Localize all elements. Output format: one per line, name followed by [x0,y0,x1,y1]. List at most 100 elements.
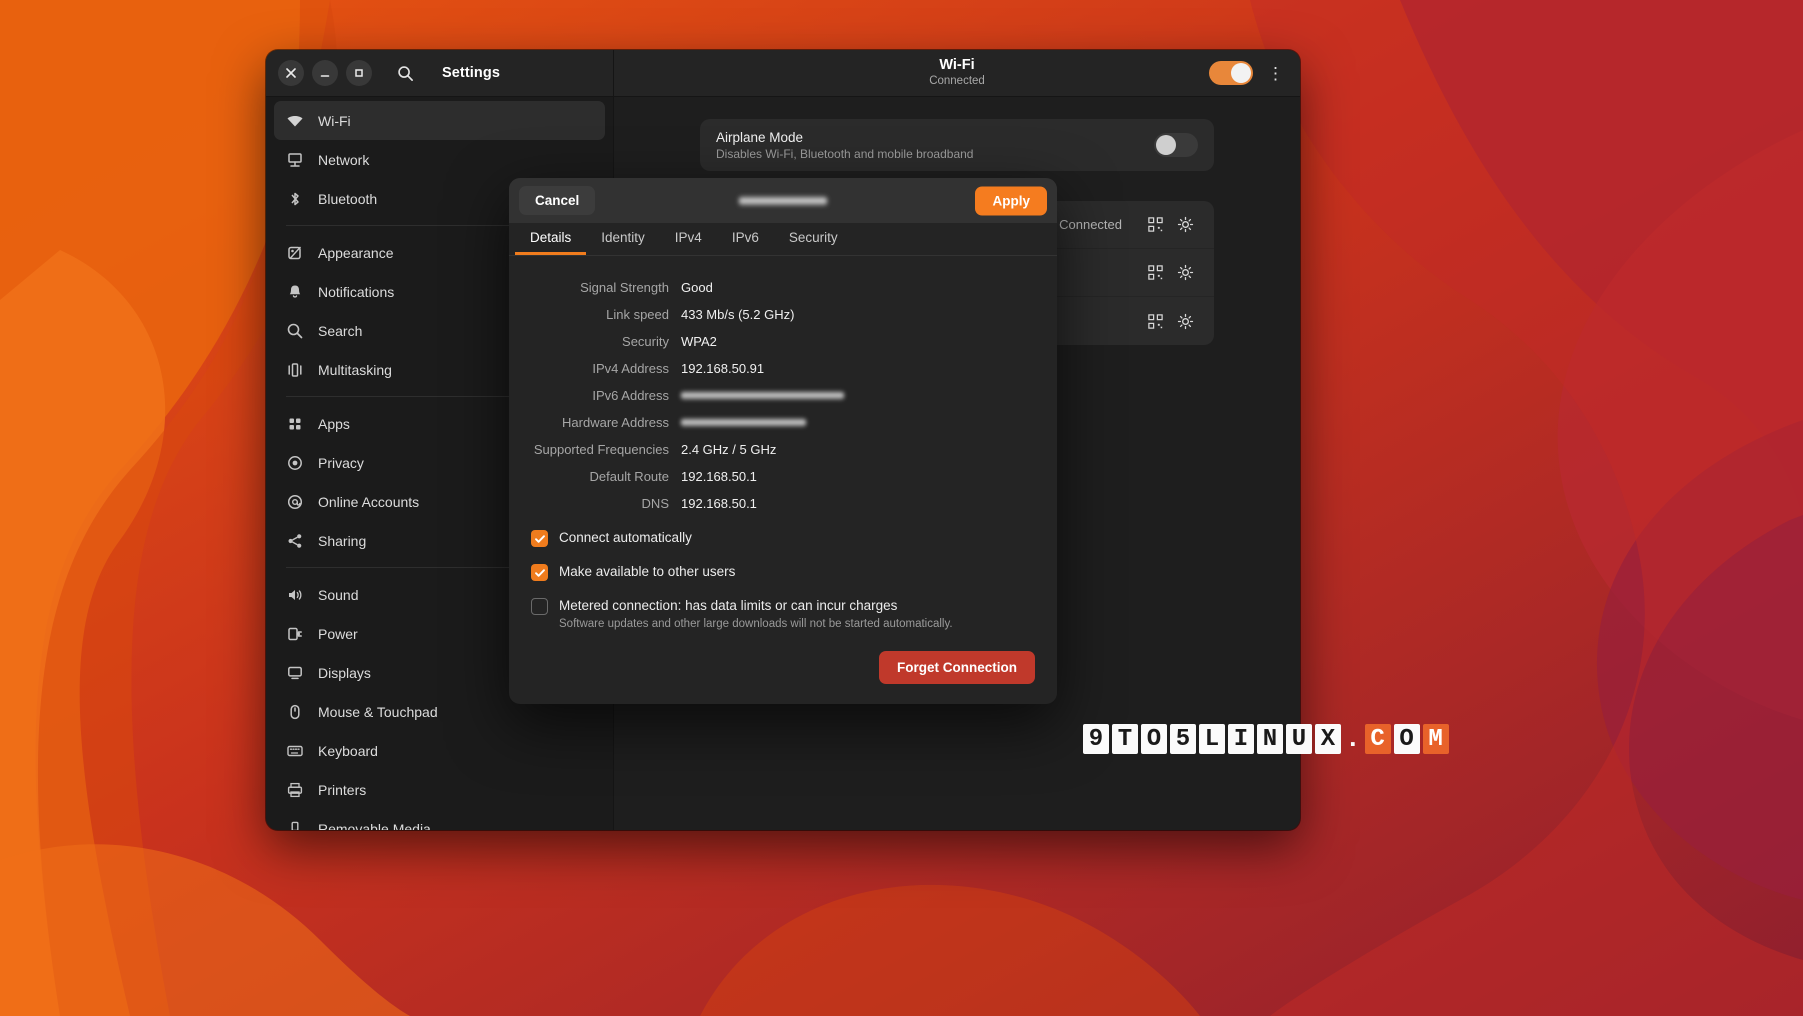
checkbox-label: Make available to other users [559,564,735,579]
dialog-header: Cancel Apply [509,178,1057,223]
privacy-icon [286,454,304,472]
sidebar-item-label: Search [318,323,362,339]
sidebar-item-label: Keyboard [318,743,378,759]
watermark-char: N [1257,724,1283,754]
sidebar-item-label: Network [318,152,369,168]
gear-icon[interactable] [1170,306,1200,336]
watermark-char: 5 [1170,724,1196,754]
sidebar-item-label: Wi-Fi [318,113,351,129]
display-icon [286,664,304,682]
sidebar-item-label: Printers [318,782,366,798]
airplane-mode-toggle[interactable] [1154,133,1198,157]
qr-code-icon[interactable] [1140,306,1170,336]
appearance-icon [286,244,304,262]
airplane-mode-card: Airplane Mode Disables Wi-Fi, Bluetooth … [700,119,1214,171]
detail-value: 2.4 GHz / 5 GHz [681,442,776,457]
sidebar-item-label: Multitasking [318,362,392,378]
checkbox-text: Make available to other users [559,563,735,581]
watermark-char: O [1394,724,1420,754]
airplane-mode-row: Airplane Mode Disables Wi-Fi, Bluetooth … [716,119,1198,171]
sidebar-item-label: Bluetooth [318,191,377,207]
detail-row-security: Security WPA2 [531,332,1035,351]
panel-header: Wi-Fi Connected [929,57,985,89]
tab-details[interactable]: Details [515,223,586,255]
checkbox-make-available-to-other-users[interactable] [531,564,548,581]
gear-icon[interactable] [1170,258,1200,288]
tab-ipv4[interactable]: IPv4 [660,223,717,255]
checkbox-metered-connection[interactable] [531,598,548,615]
detail-key: IPv4 Address [531,361,681,376]
detail-row-signal-strength: Signal Strength Good [531,278,1035,297]
forget-connection-button[interactable]: Forget Connection [879,651,1035,684]
checkbox-sublabel: Software updates and other large downloa… [559,616,953,632]
network-status: Connected [1059,217,1122,232]
gear-icon[interactable] [1170,210,1200,240]
panel-title: Wi-Fi [929,57,985,74]
checkbox-row-make-available[interactable]: Make available to other users [531,563,1035,581]
detail-key: DNS [531,496,681,511]
sidebar-item-wifi[interactable]: Wi-Fi [274,101,605,140]
sidebar-item-printers[interactable]: Printers [274,770,605,809]
dialog-body: Signal Strength Good Link speed 433 Mb/s… [509,256,1057,651]
titlebar-actions: ⋮ [1209,61,1288,85]
sidebar-item-label: Displays [318,665,371,681]
detail-value: 192.168.50.1 [681,496,757,511]
detail-row-ipv6-address: IPv6 Address [531,386,1035,405]
sound-icon [286,586,304,604]
keyboard-icon [286,742,304,760]
detail-value: WPA2 [681,334,717,349]
apps-icon [286,415,304,433]
detail-row-link-speed: Link speed 433 Mb/s (5.2 GHz) [531,305,1035,324]
checkbox-row-metered-connection[interactable]: Metered connection: has data limits or c… [531,597,1035,632]
wifi-toggle-knob [1231,63,1251,83]
search-icon [286,322,304,340]
tab-ipv6[interactable]: IPv6 [717,223,774,255]
sidebar-item-removable-media[interactable]: Removable Media [274,809,605,830]
power-icon [286,625,304,643]
cancel-button[interactable]: Cancel [519,186,595,215]
removable-media-icon [286,820,304,831]
sidebar-item-label: Online Accounts [318,494,419,510]
watermark-char: T [1112,724,1138,754]
checkbox-label: Connect automatically [559,530,692,545]
sidebar-item-network[interactable]: Network [274,140,605,179]
wifi-toggle[interactable] [1209,61,1253,85]
watermark-char: C [1365,724,1391,754]
multitasking-icon [286,361,304,379]
search-icon[interactable] [390,60,420,86]
checkbox-connect-automatically[interactable] [531,530,548,547]
detail-value-redacted [681,418,806,427]
watermark-dot: . [1344,724,1362,754]
tab-identity[interactable]: Identity [586,223,660,255]
sidebar-item-label: Power [318,626,358,642]
close-icon[interactable] [278,60,304,86]
bell-icon [286,283,304,301]
checkbox-row-connect-automatically[interactable]: Connect automatically [531,529,1035,547]
detail-value: 192.168.50.1 [681,469,757,484]
qr-code-icon[interactable] [1140,258,1170,288]
checkbox-label: Metered connection: has data limits or c… [559,597,953,615]
page-title: Settings [442,65,500,81]
detail-row-hardware-address: Hardware Address [531,413,1035,432]
detail-key: Supported Frequencies [531,442,681,457]
sidebar-item-keyboard[interactable]: Keyboard [274,731,605,770]
detail-value-redacted [681,391,844,400]
panel-menu-icon[interactable]: ⋮ [1263,65,1288,82]
apply-button[interactable]: Apply [975,186,1047,215]
titlebar-right-section: Wi-Fi Connected ⋮ [614,50,1300,96]
wifi-icon [286,112,304,130]
sidebar-item-label: Notifications [318,284,394,300]
detail-row-dns: DNS 192.168.50.1 [531,494,1035,513]
tab-security[interactable]: Security [774,223,853,255]
detail-value: 192.168.50.91 [681,361,764,376]
network-icon [286,151,304,169]
watermark-char: M [1423,724,1449,754]
minimize-icon[interactable] [312,60,338,86]
sidebar-item-label: Sharing [318,533,366,549]
dialog-title-redacted [739,196,827,206]
qr-code-icon[interactable] [1140,210,1170,240]
maximize-icon[interactable] [346,60,372,86]
detail-key: Link speed [531,307,681,322]
watermark-char: L [1199,724,1225,754]
detail-key: Security [531,334,681,349]
